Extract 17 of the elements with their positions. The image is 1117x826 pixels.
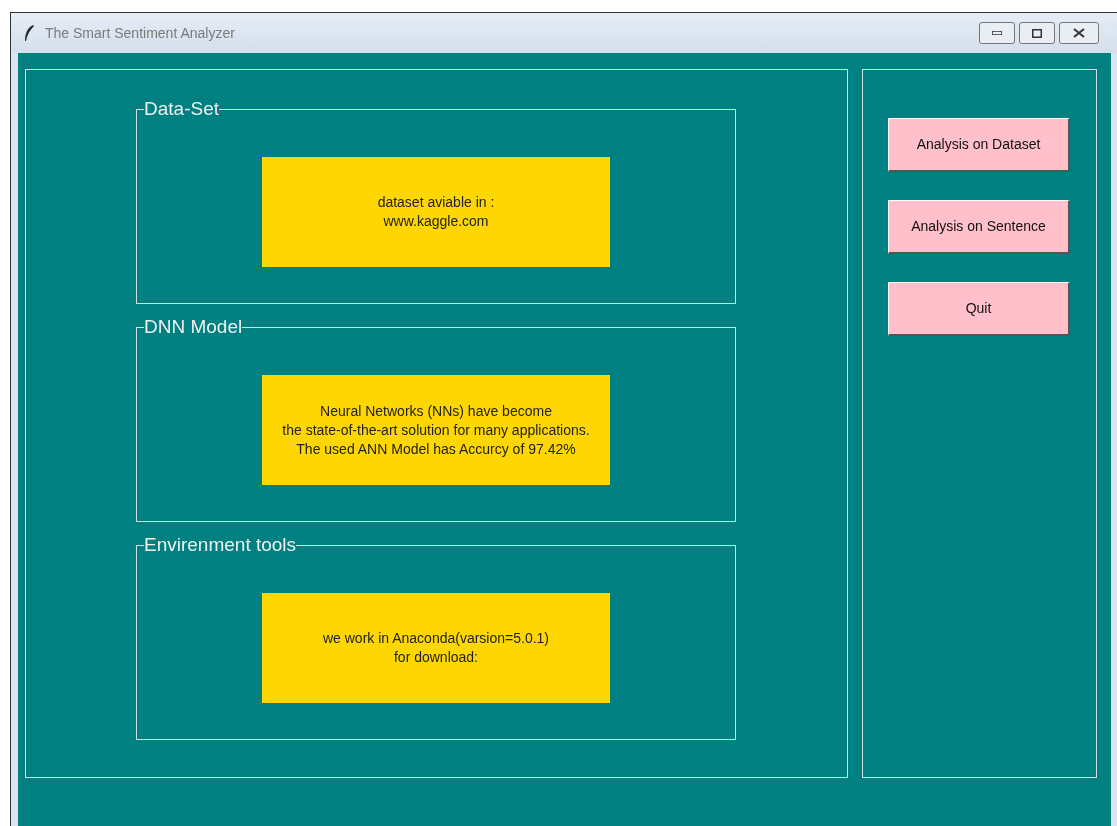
close-button[interactable] bbox=[1059, 22, 1099, 44]
restore-button[interactable] bbox=[1019, 22, 1055, 44]
group-title: Envirenment tools bbox=[144, 534, 297, 556]
minimize-button[interactable] bbox=[979, 22, 1015, 44]
info-label: dataset aviable in : www.kaggle.com bbox=[262, 157, 610, 267]
feather-icon bbox=[23, 24, 35, 42]
restore-icon bbox=[1032, 28, 1042, 38]
action-button[interactable]: Analysis on Dataset bbox=[888, 118, 1070, 172]
window-title: The Smart Sentiment Analyzer bbox=[45, 23, 235, 43]
group-title: DNN Model bbox=[144, 316, 243, 338]
minimize-icon bbox=[992, 31, 1002, 35]
info-label: Neural Networks (NNs) have become the state-of-the-art solution for many applications. The used ANN Model has Accurcy of 97.42% bbox=[262, 375, 610, 485]
action-button[interactable]: Analysis on Sentence bbox=[888, 200, 1070, 254]
info-label: we work in Anaconda(varsion=5.0.1) for download: bbox=[262, 593, 610, 703]
group-title: Data-Set bbox=[144, 98, 219, 120]
action-button[interactable]: Quit bbox=[888, 282, 1070, 336]
close-icon bbox=[1073, 28, 1085, 38]
